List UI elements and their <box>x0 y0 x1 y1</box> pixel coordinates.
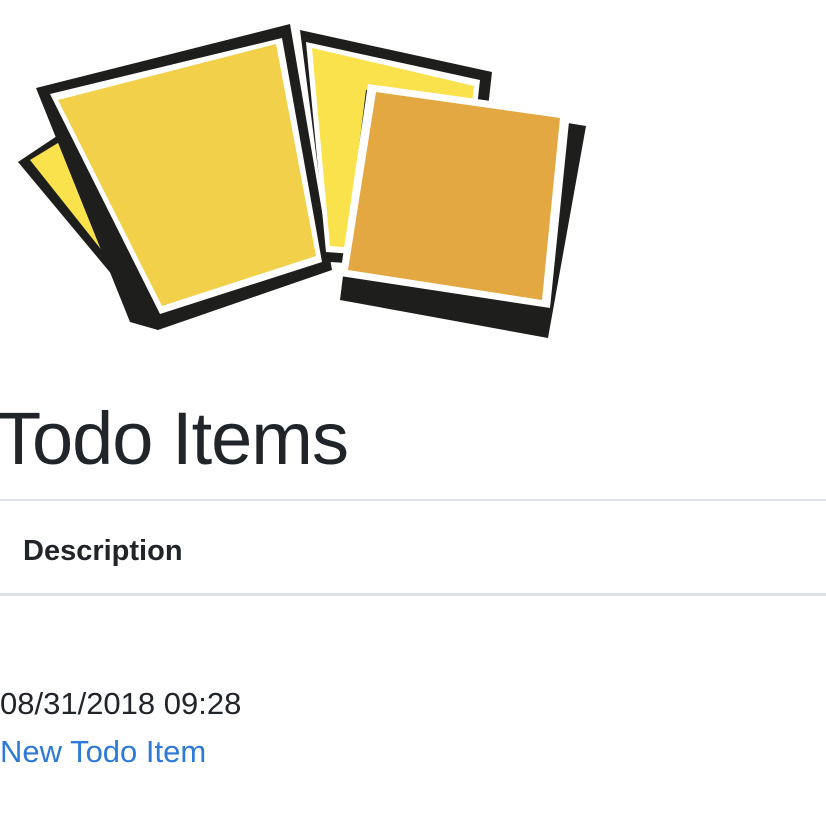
new-todo-item-link[interactable]: New Todo Item <box>0 734 206 770</box>
table-header: Description <box>0 499 826 596</box>
sticky-notes-logo-icon <box>18 24 586 338</box>
page-title: Todo Items <box>0 397 349 480</box>
item-timestamp: 08/31/2018 09:28 <box>0 686 242 721</box>
todo-table: Description <box>0 499 826 596</box>
column-header-description: Description <box>23 535 183 567</box>
